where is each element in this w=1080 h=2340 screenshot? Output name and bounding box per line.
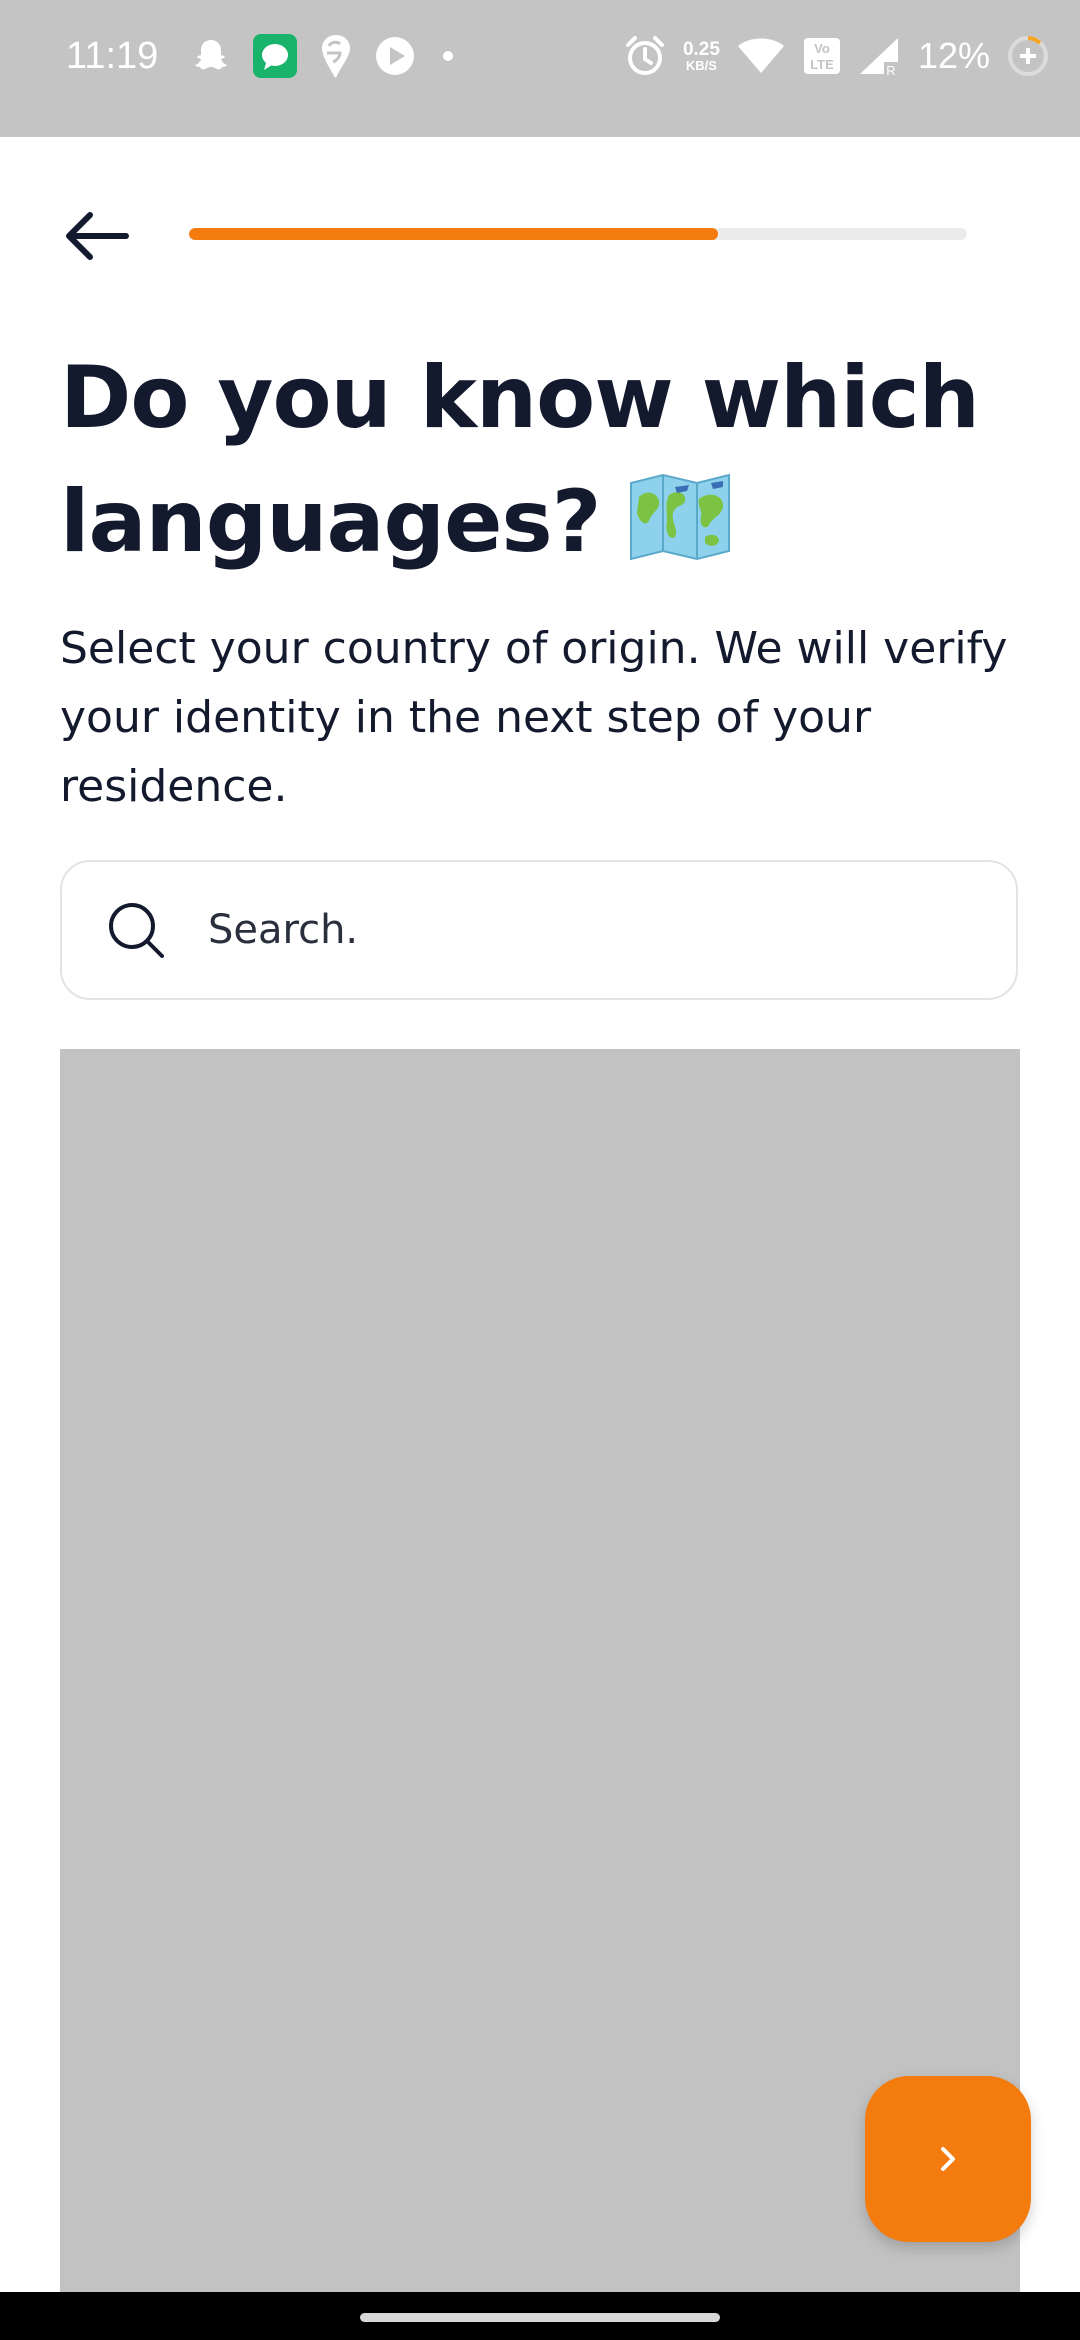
progress-bar-fill [189, 228, 719, 240]
next-button[interactable] [865, 2076, 1031, 2242]
search-icon [109, 903, 164, 958]
network-speed: 0.25 KB/S [683, 40, 720, 73]
progress-bar [189, 228, 967, 240]
battery-percentage: 12% [917, 35, 990, 76]
network-speed-unit: KB/S [685, 57, 717, 73]
home-indicator[interactable] [360, 2313, 720, 2322]
back-arrow-icon[interactable] [62, 206, 134, 266]
page-subtitle: Select your country of origin. We will v… [60, 623, 1008, 812]
page-title-text: Do you know which languages? [60, 348, 980, 572]
play-icon [376, 37, 414, 75]
svg-text:Vo: Vo [814, 41, 830, 56]
messages-icon [253, 34, 297, 78]
chevron-right-icon [941, 2147, 955, 2171]
volte-icon: Vo LTE [803, 38, 840, 74]
swiggy-icon [322, 35, 350, 78]
page-title: Do you know which languages? [60, 336, 1040, 584]
system-icons: 0.25 KB/S Vo LTE R 12% [623, 31, 1050, 81]
notification-icons [190, 31, 460, 81]
snapchat-icon [195, 40, 227, 70]
battery-saver-icon [1008, 36, 1048, 76]
svg-text:R: R [886, 63, 895, 78]
signal-icon: R [859, 38, 898, 78]
svg-text:LTE: LTE [810, 57, 834, 72]
wifi-icon [737, 38, 784, 73]
search-input[interactable] [206, 906, 970, 954]
dot-icon [443, 51, 453, 61]
network-speed-value: 0.25 [682, 38, 720, 60]
status-bar: 11:19 0.25 KB/S Vo LTE R 12% [0, 0, 1080, 137]
status-time: 11:19 [66, 35, 159, 77]
world-map-icon [629, 473, 730, 561]
search-box[interactable] [60, 860, 1018, 1000]
alarm-icon [625, 36, 664, 75]
